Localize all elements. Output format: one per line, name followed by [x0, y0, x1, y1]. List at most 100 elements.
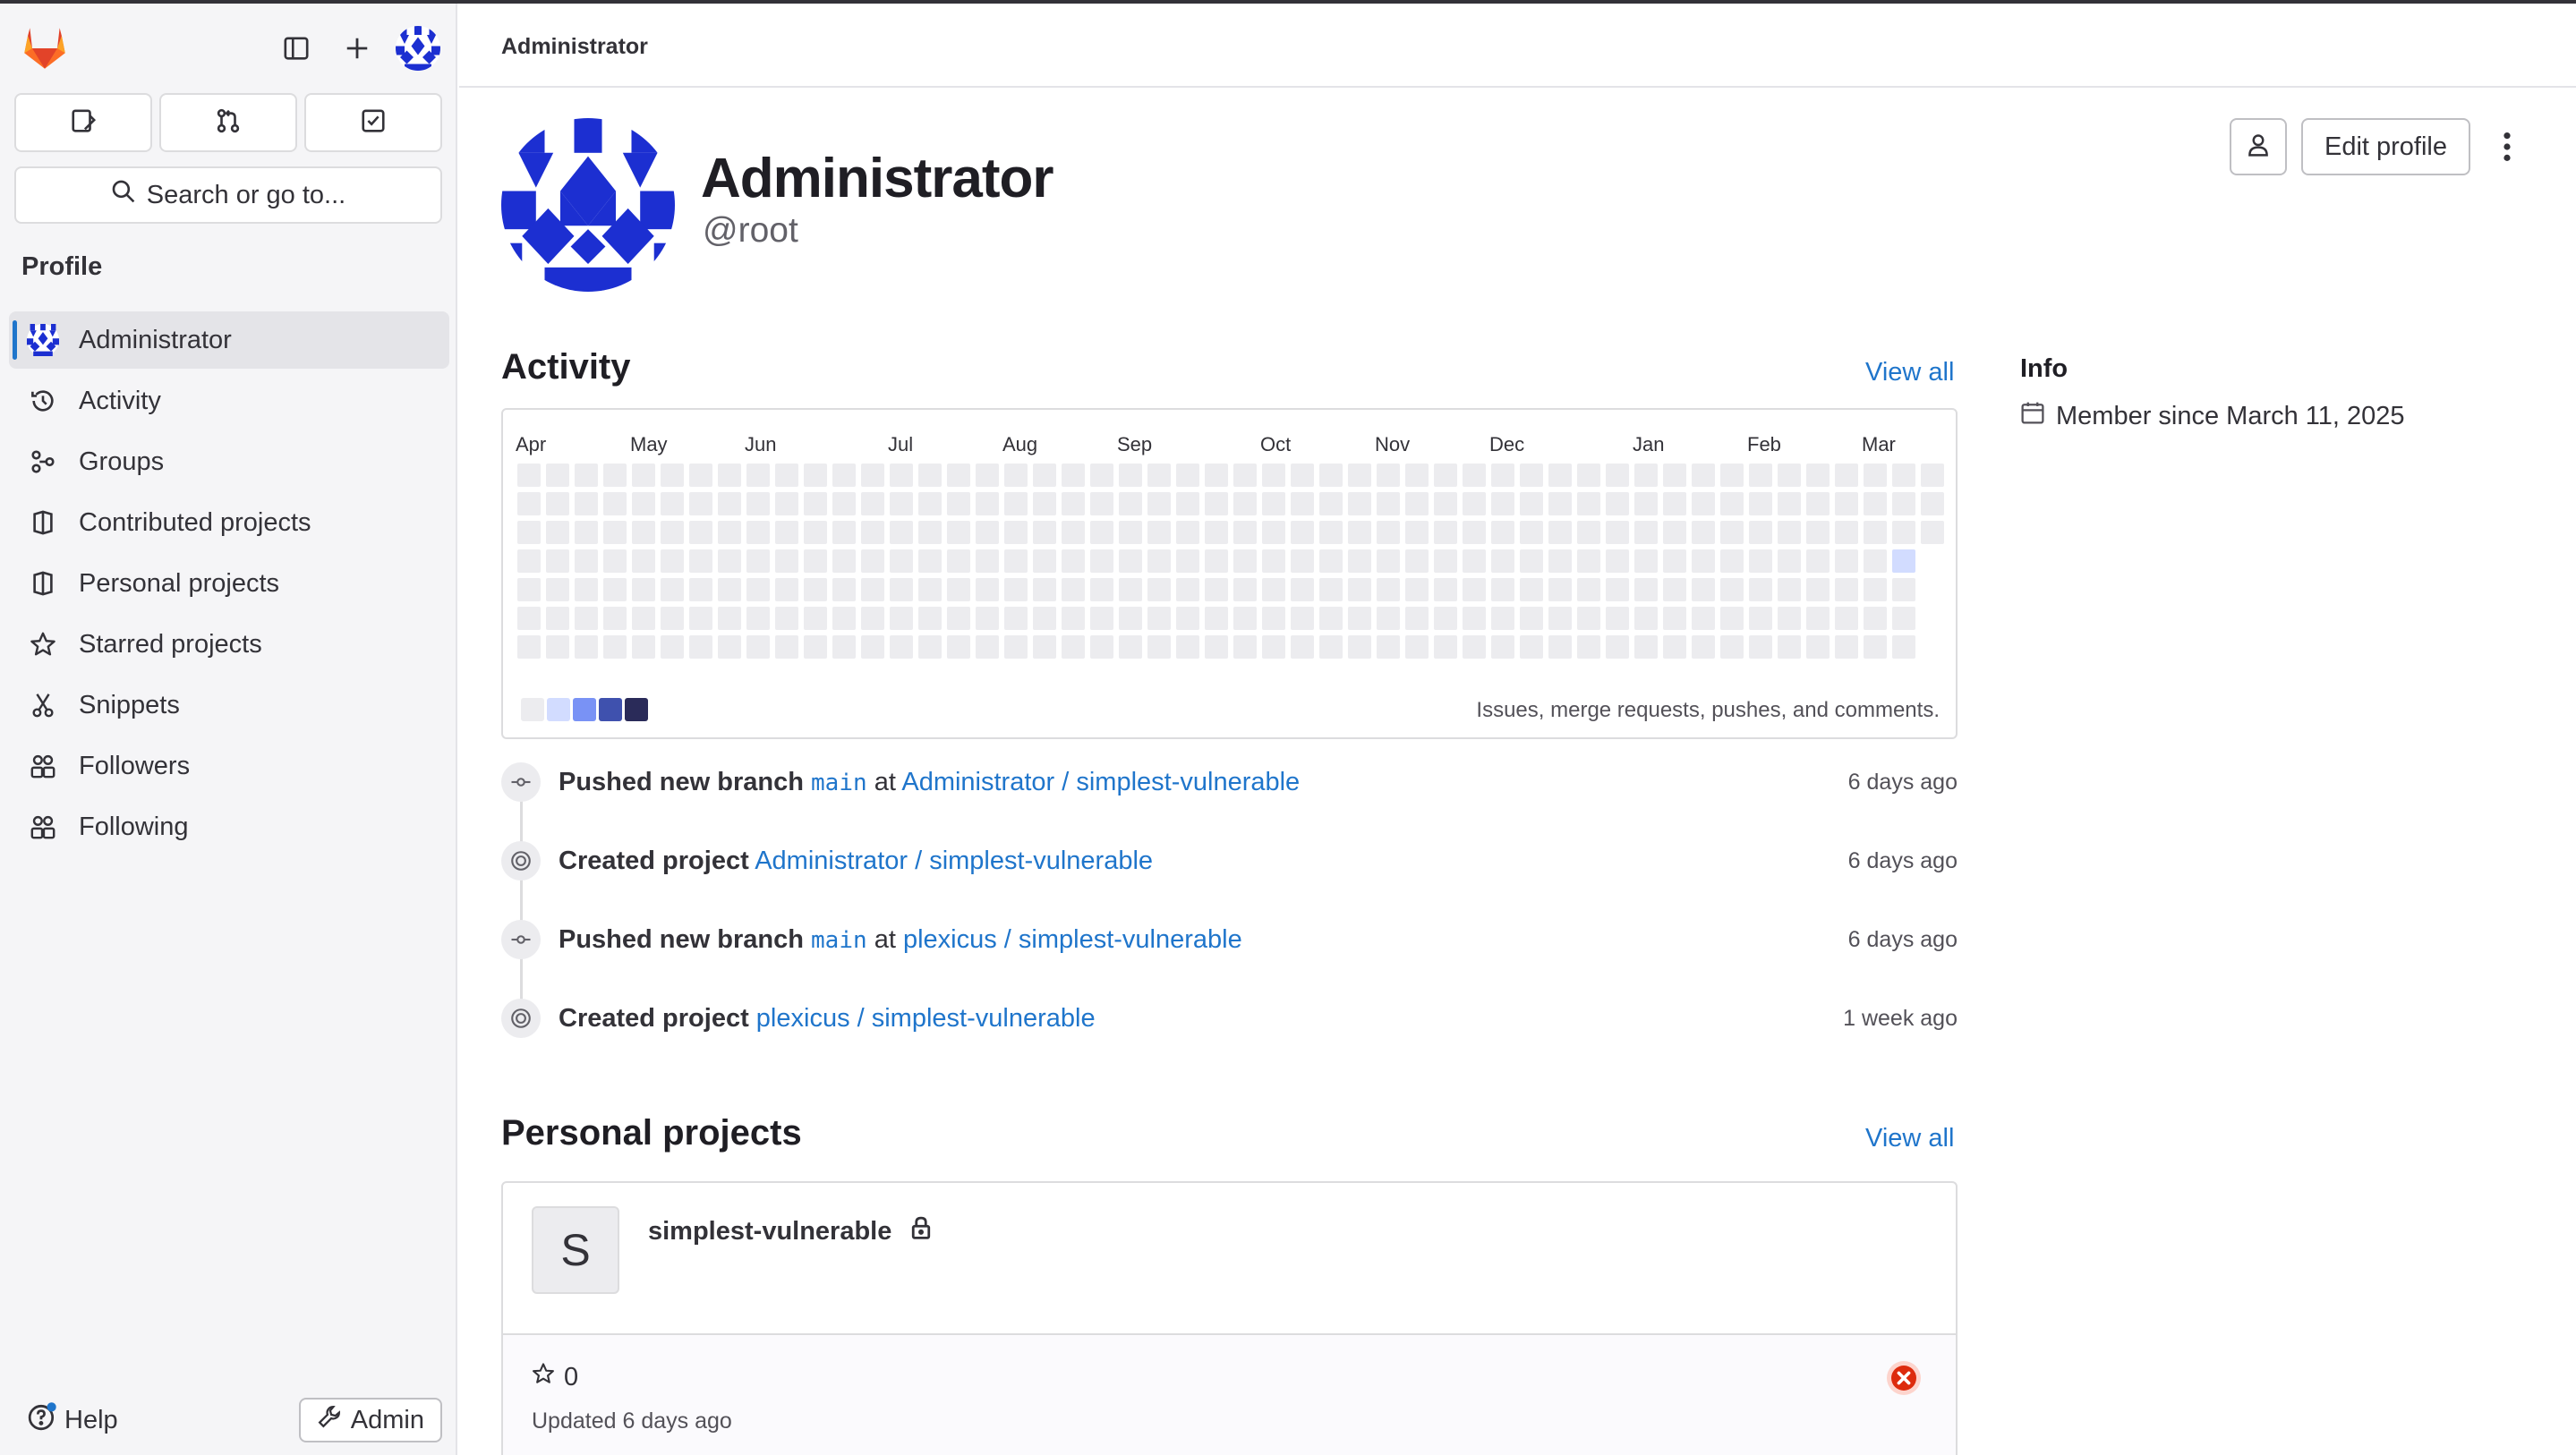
contribution-day[interactable]	[517, 464, 541, 487]
contribution-day[interactable]	[1004, 521, 1028, 544]
contribution-day[interactable]	[1892, 492, 1915, 515]
contribution-day[interactable]	[661, 578, 684, 601]
contribution-day[interactable]	[661, 464, 684, 487]
contribution-day[interactable]	[976, 521, 999, 544]
contribution-day[interactable]	[517, 635, 541, 659]
contribution-day[interactable]	[1319, 464, 1343, 487]
contribution-day[interactable]	[947, 549, 970, 573]
contribution-day[interactable]	[1291, 607, 1314, 630]
contribution-day[interactable]	[1606, 635, 1629, 659]
contribution-day[interactable]	[1749, 549, 1772, 573]
contribution-day[interactable]	[1892, 549, 1915, 573]
contribution-day[interactable]	[804, 464, 827, 487]
contribution-day[interactable]	[1606, 521, 1629, 544]
contribution-day[interactable]	[1520, 549, 1543, 573]
contribution-day[interactable]	[632, 464, 655, 487]
contribution-day[interactable]	[947, 607, 970, 630]
contribution-day[interactable]	[1921, 464, 1944, 487]
sidebar-item-groups[interactable]: Groups	[9, 433, 449, 490]
contribution-day[interactable]	[1004, 607, 1028, 630]
contribution-day[interactable]	[1663, 492, 1686, 515]
pipeline-failed-icon[interactable]	[1886, 1360, 1922, 1396]
contribution-day[interactable]	[1577, 635, 1600, 659]
contribution-day[interactable]	[1405, 635, 1429, 659]
contribution-day[interactable]	[1806, 578, 1830, 601]
contribution-day[interactable]	[1233, 607, 1257, 630]
contribution-day[interactable]	[1033, 607, 1056, 630]
contribution-day[interactable]	[1405, 492, 1429, 515]
gitlab-logo-icon[interactable]	[20, 23, 70, 73]
contribution-day[interactable]	[1634, 464, 1658, 487]
contribution-day[interactable]	[947, 492, 970, 515]
contribution-day[interactable]	[1778, 578, 1801, 601]
contribution-day[interactable]	[1176, 492, 1199, 515]
contribution-day[interactable]	[890, 521, 913, 544]
contribution-day[interactable]	[718, 607, 741, 630]
project-link[interactable]: plexicus / simplest-vulnerable	[903, 925, 1242, 954]
contribution-day[interactable]	[1749, 635, 1772, 659]
contribution-day[interactable]	[1606, 492, 1629, 515]
contribution-day[interactable]	[1491, 521, 1514, 544]
contribution-day[interactable]	[1262, 492, 1285, 515]
contribution-day[interactable]	[1692, 521, 1715, 544]
contribution-day[interactable]	[1720, 464, 1744, 487]
contribution-day[interactable]	[689, 464, 712, 487]
contribution-day[interactable]	[575, 492, 598, 515]
contribution-day[interactable]	[1205, 635, 1228, 659]
contribution-day[interactable]	[1090, 464, 1113, 487]
contribution-day[interactable]	[1520, 521, 1543, 544]
contribution-day[interactable]	[1892, 607, 1915, 630]
personal-projects-view-all-link[interactable]: View all	[1865, 1124, 1954, 1153]
contribution-day[interactable]	[804, 521, 827, 544]
sidebar-item-contributed-projects[interactable]: Contributed projects	[9, 494, 449, 551]
contribution-day[interactable]	[1033, 635, 1056, 659]
contribution-day[interactable]	[1892, 635, 1915, 659]
contribution-day[interactable]	[1806, 549, 1830, 573]
contribution-day[interactable]	[832, 521, 856, 544]
contribution-day[interactable]	[775, 464, 798, 487]
contribution-day[interactable]	[746, 578, 770, 601]
contribution-day[interactable]	[1090, 607, 1113, 630]
contribution-day[interactable]	[1463, 549, 1486, 573]
contribution-day[interactable]	[632, 521, 655, 544]
contribution-day[interactable]	[689, 635, 712, 659]
contribution-day[interactable]	[861, 492, 884, 515]
user-profile-button[interactable]	[2229, 118, 2287, 175]
contribution-day[interactable]	[1892, 578, 1915, 601]
contribution-day[interactable]	[1806, 492, 1830, 515]
contribution-day[interactable]	[1405, 549, 1429, 573]
contribution-day[interactable]	[689, 521, 712, 544]
contribution-day[interactable]	[890, 635, 913, 659]
contribution-day[interactable]	[1291, 578, 1314, 601]
contribution-day[interactable]	[1663, 521, 1686, 544]
contribution-day[interactable]	[1634, 635, 1658, 659]
contribution-day[interactable]	[575, 578, 598, 601]
contribution-day[interactable]	[517, 521, 541, 544]
contribution-day[interactable]	[718, 521, 741, 544]
contribution-day[interactable]	[1033, 549, 1056, 573]
contribution-day[interactable]	[1090, 521, 1113, 544]
contribution-day[interactable]	[1606, 578, 1629, 601]
contribution-day[interactable]	[1319, 607, 1343, 630]
sidebar-toggle-icon[interactable]	[274, 26, 319, 71]
contribution-day[interactable]	[976, 549, 999, 573]
sidebar-item-starred-projects[interactable]: Starred projects	[9, 616, 449, 673]
contribution-day[interactable]	[1892, 464, 1915, 487]
contribution-day[interactable]	[1606, 464, 1629, 487]
contribution-day[interactable]	[1749, 607, 1772, 630]
contribution-day[interactable]	[718, 635, 741, 659]
contribution-day[interactable]	[1434, 464, 1457, 487]
contribution-day[interactable]	[603, 607, 627, 630]
contribution-day[interactable]	[1205, 464, 1228, 487]
contribution-day[interactable]	[546, 635, 569, 659]
contribution-day[interactable]	[1749, 492, 1772, 515]
contribution-day[interactable]	[890, 578, 913, 601]
project-card[interactable]: S simplest-vulnerable 0 Updated 6 days a…	[501, 1181, 1958, 1455]
contribution-day[interactable]	[976, 635, 999, 659]
contribution-day[interactable]	[1205, 607, 1228, 630]
contribution-day[interactable]	[718, 578, 741, 601]
contribution-day[interactable]	[1405, 607, 1429, 630]
contribution-day[interactable]	[1147, 492, 1171, 515]
contribution-day[interactable]	[1147, 635, 1171, 659]
contribution-day[interactable]	[890, 492, 913, 515]
